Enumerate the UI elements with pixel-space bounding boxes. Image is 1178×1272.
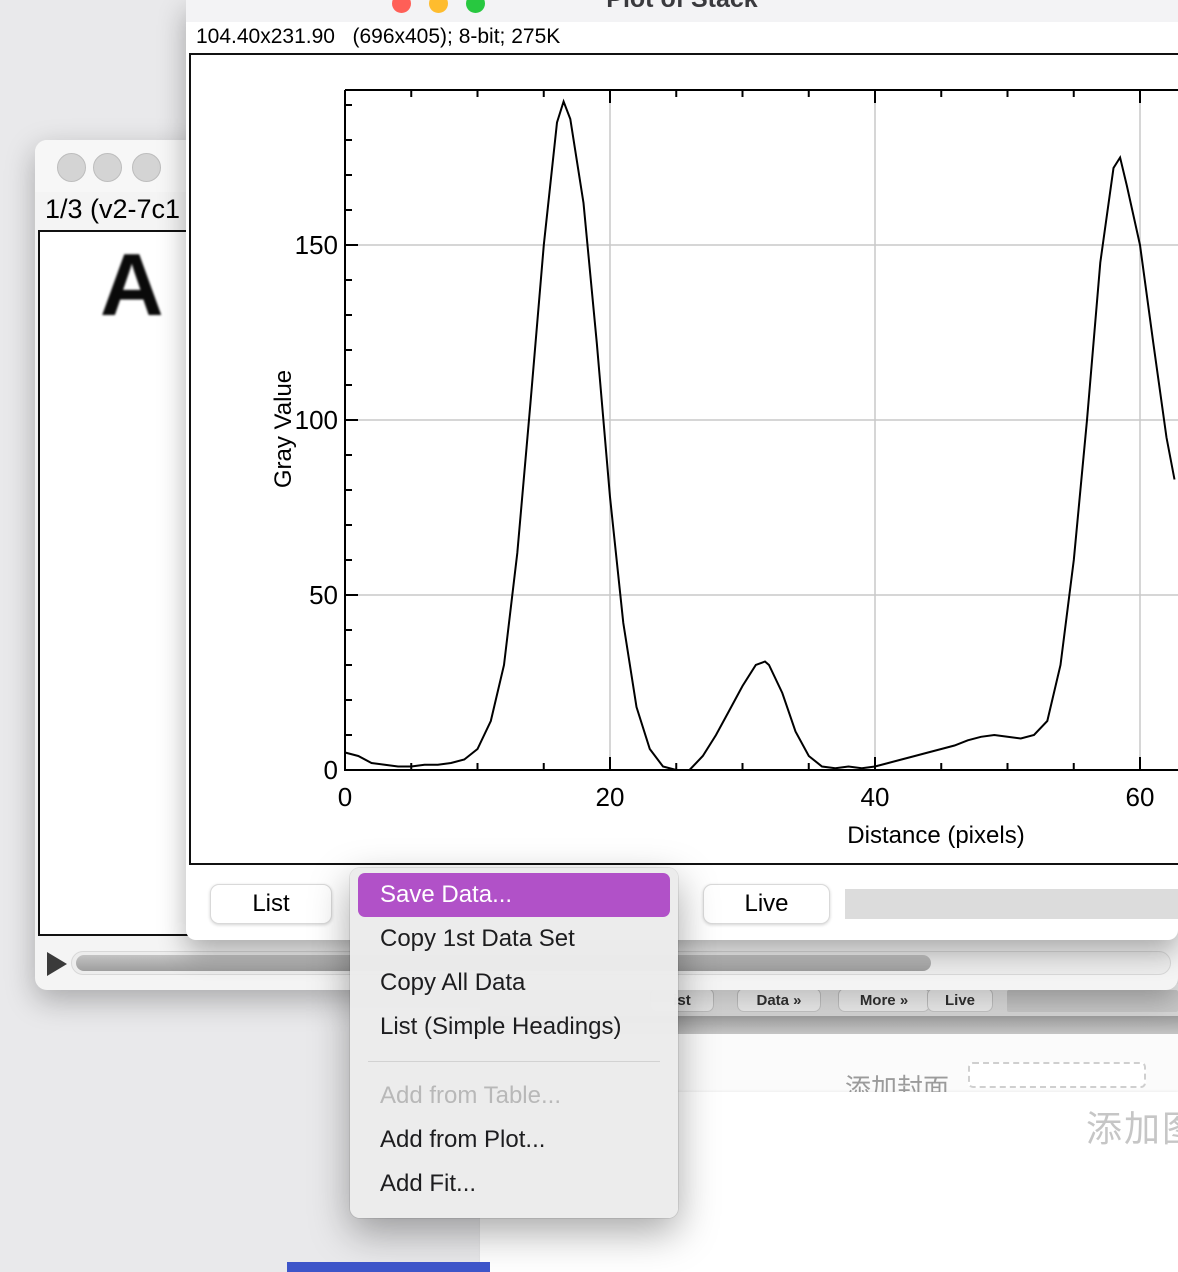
image-letter: A xyxy=(100,234,164,336)
x-tick-0: 0 xyxy=(310,782,380,813)
background-more-label: More » xyxy=(860,992,908,1009)
menu-item-copy-all-data[interactable]: Copy All Data xyxy=(350,961,678,1005)
y-tick-50: 50 xyxy=(268,580,338,611)
image-canvas[interactable]: A xyxy=(38,230,190,936)
background-data-label: Data » xyxy=(756,992,801,1009)
data-context-menu: Save Data... Copy 1st Data Set Copy All … xyxy=(350,868,678,1218)
plot-of-stack-window: Plot of Stack 104.40x231.90 (696x405); 8… xyxy=(186,0,1178,940)
background-progress-bar xyxy=(1007,990,1178,1012)
menu-item-add-fit[interactable]: Add Fit... xyxy=(350,1162,678,1206)
x-tick-40: 40 xyxy=(840,782,910,813)
maximize-icon[interactable] xyxy=(132,153,161,182)
x-tick-60: 60 xyxy=(1105,782,1175,813)
y-tick-150: 150 xyxy=(268,230,338,261)
menu-item-label: Add from Plot... xyxy=(380,1126,545,1154)
list-button[interactable]: List xyxy=(210,884,332,924)
add-image-label[interactable]: 添加图 xyxy=(1086,1100,1178,1152)
menu-item-label: Add from Table... xyxy=(380,1082,561,1110)
add-cover-label[interactable]: 添加封面 xyxy=(845,1068,949,1092)
menu-item-save-data[interactable]: Save Data... xyxy=(358,873,670,917)
menu-separator xyxy=(368,1061,660,1062)
background-live-button[interactable]: Live xyxy=(927,988,993,1012)
close-icon[interactable] xyxy=(57,153,86,182)
menu-item-copy-1st-data-set[interactable]: Copy 1st Data Set xyxy=(350,917,678,961)
x-axis-title: Distance (pixels) xyxy=(806,822,1066,850)
plot-status-bar xyxy=(845,889,1178,919)
menu-item-add-from-table: Add from Table... xyxy=(350,1074,678,1118)
profile-curve xyxy=(345,102,1175,771)
line-chart xyxy=(186,0,1178,880)
dock-accent-bar xyxy=(287,1262,490,1272)
add-cover-dashed-box[interactable] xyxy=(968,1062,1146,1088)
live-button-label: Live xyxy=(744,890,788,918)
menu-item-label: Add Fit... xyxy=(380,1170,476,1198)
list-button-label: List xyxy=(252,890,289,918)
menu-item-list-simple-headings[interactable]: List (Simple Headings) xyxy=(350,1005,678,1049)
plot-axes-frame xyxy=(345,90,1178,770)
menu-item-label: List (Simple Headings) xyxy=(380,1013,621,1041)
menu-item-label: Save Data... xyxy=(380,881,512,909)
background-data-button[interactable]: Data » xyxy=(737,988,821,1012)
x-tick-20: 20 xyxy=(575,782,645,813)
play-icon[interactable] xyxy=(47,952,67,976)
background-more-button[interactable]: More » xyxy=(838,988,930,1012)
menu-item-add-from-plot[interactable]: Add from Plot... xyxy=(350,1118,678,1162)
image-window-title: 1/3 (v2-7c1 xyxy=(45,194,180,225)
live-button[interactable]: Live xyxy=(703,884,830,924)
minimize-icon[interactable] xyxy=(93,153,122,182)
y-axis-title: Gray Value xyxy=(270,359,298,499)
background-live-label: Live xyxy=(945,992,975,1009)
menu-item-label: Copy 1st Data Set xyxy=(380,925,575,953)
menu-item-label: Copy All Data xyxy=(380,969,525,997)
